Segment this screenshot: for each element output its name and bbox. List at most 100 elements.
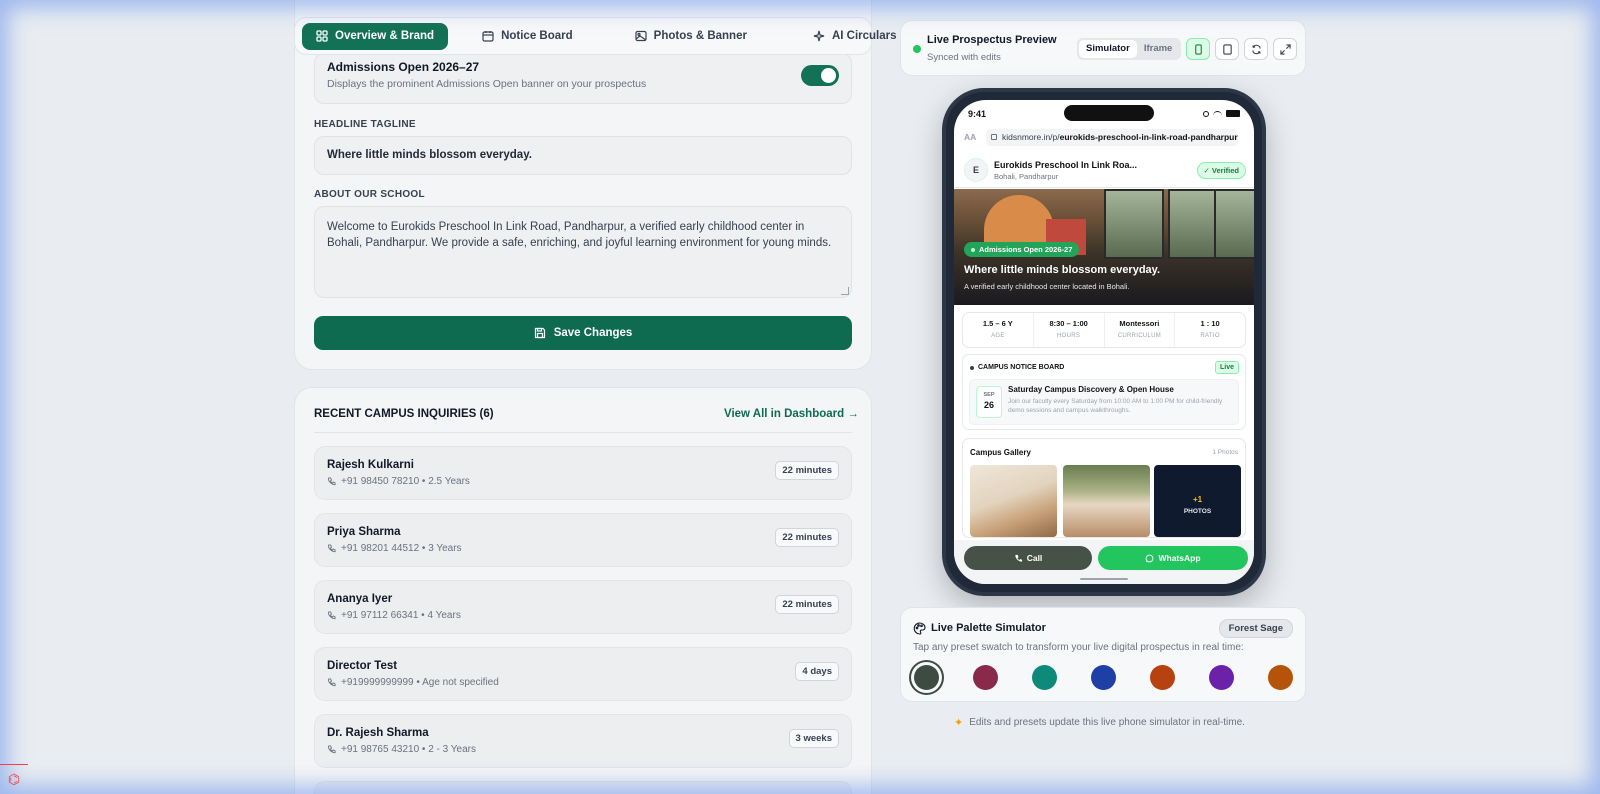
smartphone-icon: [1194, 43, 1202, 55]
swatch-option[interactable]: [1209, 665, 1234, 690]
palette-title: Live Palette Simulator: [931, 622, 1046, 634]
iframe-mode-button[interactable]: Iframe: [1137, 40, 1180, 58]
whatsapp-button[interactable]: WhatsApp: [1098, 546, 1248, 570]
more-photos-count: +1: [1192, 495, 1203, 504]
save-changes-button[interactable]: Save Changes: [314, 316, 852, 350]
inquiry-meta-text: +91 98450 78210 • 2.5 Years: [341, 476, 470, 487]
admissions-pill: Admissions Open 2026-27: [964, 242, 1080, 257]
tab-label: Photos & Banner: [653, 30, 747, 42]
toggle-knob: [821, 68, 836, 83]
inquiry-item[interactable]: Director Test +919999999999 • Age not sp…: [314, 647, 852, 701]
inquiry-name: Dr. Rajesh Sharma: [327, 727, 429, 739]
swatch-option[interactable]: [1032, 665, 1057, 690]
contact-bar: Call WhatsApp: [954, 540, 1254, 584]
tab-overview-brand[interactable]: Overview & Brand: [302, 22, 449, 50]
inquiry-meta: +91 98765 43210 • 2 - 3 Years: [327, 744, 476, 755]
time-badge: 22 minutes: [775, 461, 839, 480]
about-textarea[interactable]: Welcome to Eurokids Preschool In Link Ro…: [314, 206, 852, 298]
swatch-option[interactable]: [973, 665, 998, 690]
current-palette-badge: Forest Sage: [1218, 619, 1293, 638]
notice-title-text: CAMPUS NOTICE BOARD: [978, 364, 1065, 371]
simulator-mode-button[interactable]: Simulator: [1079, 40, 1137, 58]
inquiry-meta-text: +91 97112 66341 • 4 Years: [341, 610, 461, 621]
swatch-option[interactable]: [1150, 665, 1175, 690]
notice-event[interactable]: SEP 26 Saturday Campus Discovery & Open …: [969, 379, 1239, 425]
url-field[interactable]: kidsnmore.in/p/eurokids-preschool-in-lin…: [986, 129, 1238, 146]
tab-notice-board[interactable]: Notice Board: [468, 23, 587, 50]
browser-url-bar[interactable]: AA kidsnmore.in/p/eurokids-preschool-in-…: [960, 129, 1248, 147]
admissions-toggle[interactable]: [801, 65, 839, 86]
stat-hours: 8:30 – 1:00 HOURS: [1034, 313, 1105, 347]
expand-button[interactable]: [1273, 38, 1297, 60]
campus-gallery: Campus Gallery 1 Photos +1 PHOTOS: [962, 438, 1246, 538]
reader-mode-toggle[interactable]: AA: [964, 132, 976, 142]
about-label: ABOUT OUR SCHOOL: [314, 189, 425, 200]
gallery-photo[interactable]: [1063, 465, 1150, 537]
inquiry-name: Director Test: [327, 660, 398, 672]
palette-simulator: Live Palette Simulator Forest Sage Tap a…: [900, 607, 1306, 702]
phone-icon: [327, 544, 336, 553]
inquiry-item[interactable]: [314, 781, 852, 794]
headline-input[interactable]: Where little minds blossom everyday.: [314, 136, 852, 175]
url-domain: kidsnmore.in/p/: [1002, 132, 1060, 142]
stat-curriculum: Montessori CURRICULUM: [1105, 313, 1176, 347]
live-indicator: [913, 45, 921, 53]
call-button[interactable]: Call: [964, 546, 1092, 570]
swatch-option[interactable]: [1091, 665, 1116, 690]
inquiry-meta-text: +91 98765 43210 • 2 - 3 Years: [341, 744, 477, 755]
school-avatar: E: [964, 158, 988, 182]
pill-dot: [971, 247, 975, 252]
inquiry-meta: +91 98201 44512 • 3 Years: [327, 543, 462, 554]
framework-logo-icon[interactable]: ⌬: [0, 764, 28, 794]
time-badge: 4 days: [795, 662, 839, 681]
expand-icon: [1279, 43, 1291, 55]
stat-ratio: 1 : 10 RATIO: [1175, 313, 1245, 347]
mobile-view-button[interactable]: [1186, 38, 1210, 60]
phone-status-bar: 9:41: [954, 100, 1254, 126]
school-stats: 1.5 – 6 Y AGE 8:30 – 1:00 HOURS Montessori…: [962, 312, 1246, 348]
signal-icon: [1203, 110, 1209, 117]
headline-label: HEADLINE TAGLINE: [314, 119, 416, 130]
admissions-title: Admissions Open 2026–27: [327, 60, 480, 74]
stat-value: 1 : 10: [1200, 319, 1220, 328]
refresh-button[interactable]: [1244, 38, 1268, 60]
image-icon: [635, 30, 647, 42]
divider: [314, 432, 852, 433]
tab-photos-banner[interactable]: Photos & Banner: [621, 23, 761, 50]
resize-handle[interactable]: [841, 287, 849, 295]
inquiry-meta-text: +919999999999 • Age not specified: [341, 677, 499, 688]
grid-icon: [316, 30, 328, 42]
school-location: Bohali, Pandharpur: [994, 172, 1059, 181]
preview-header: Live Prospectus Preview Synced with edit…: [900, 20, 1306, 76]
inquiry-item[interactable]: Priya Sharma +91 98201 44512 • 3 Years 2…: [314, 513, 852, 567]
more-photos-tile[interactable]: +1 PHOTOS: [1154, 465, 1241, 537]
bullet-icon: [970, 365, 974, 370]
tab-ai-circulars[interactable]: AI Circulars: [799, 23, 911, 50]
inquiry-item[interactable]: Rajesh Kulkarni +91 98450 78210 • 2.5 Ye…: [314, 446, 852, 500]
wifi-icon: [1213, 111, 1222, 116]
gallery-count: 1 Photos: [1212, 449, 1238, 456]
stat-value: 1.5 – 6 Y: [982, 319, 1013, 328]
sparkle-icon: ✦: [954, 717, 964, 729]
view-all-dashboard-link[interactable]: View All in Dashboard →: [724, 408, 859, 420]
swatch-option[interactable]: [1268, 665, 1293, 690]
swatch-forest-sage[interactable]: [914, 665, 939, 690]
inquiry-item[interactable]: Dr. Rajesh Sharma +91 98765 43210 • 2 - …: [314, 714, 852, 768]
more-photos-label: PHOTOS: [1183, 508, 1212, 515]
phone-icon: [327, 745, 336, 754]
event-description: Join our faculty every Saturday from 10:…: [1008, 398, 1223, 414]
inquiry-meta: +919999999999 • Age not specified: [327, 677, 499, 688]
event-month: SEP: [983, 392, 995, 398]
time-badge: 22 minutes: [775, 528, 839, 547]
gallery-photo[interactable]: [970, 465, 1057, 537]
stat-label: CURRICULUM: [1117, 333, 1162, 339]
tablet-icon: [1222, 43, 1232, 55]
admissions-description: Displays the prominent Admissions Open b…: [327, 78, 647, 90]
lock-icon: [991, 134, 997, 140]
inquiry-item[interactable]: Ananya Iyer +91 97112 66341 • 4 Years 22…: [314, 580, 852, 634]
footnote-text: Edits and presets update this live phone…: [969, 717, 1245, 728]
tablet-view-button[interactable]: [1215, 38, 1239, 60]
campus-notice-board: CAMPUS NOTICE BOARD Live SEP 26 Saturday…: [962, 354, 1246, 430]
home-indicator: [1080, 578, 1128, 580]
call-label: Call: [1026, 553, 1043, 563]
